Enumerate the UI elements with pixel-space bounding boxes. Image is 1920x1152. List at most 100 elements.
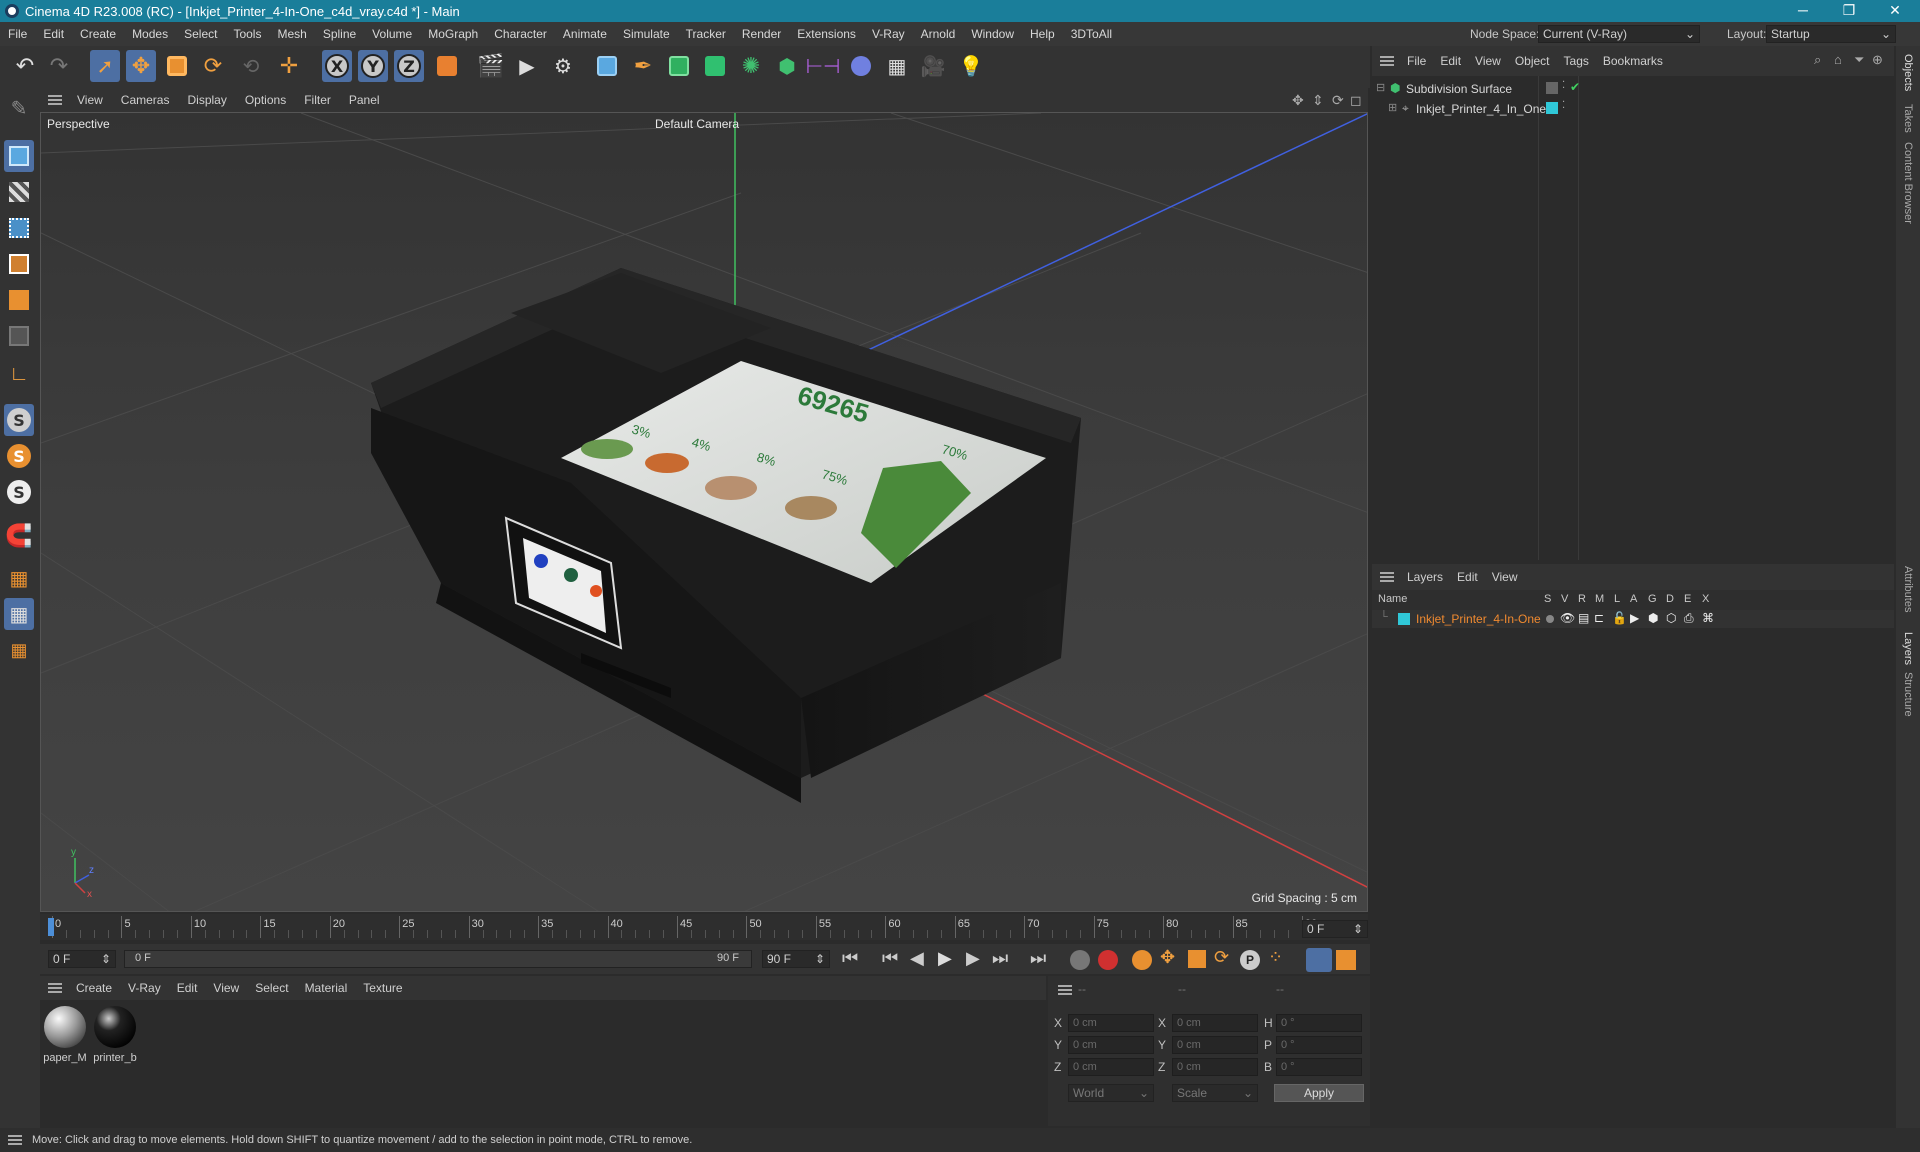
3d-viewport[interactable]: 69265 3% 4% 8% 75% 70% y z x Perspective…	[40, 112, 1368, 912]
snap-button[interactable]: S	[4, 404, 34, 436]
position-z-field[interactable]: 0 cm	[1068, 1058, 1154, 1076]
prev-key-icon[interactable]: ⏮	[882, 948, 898, 969]
layer-expression-icon[interactable]: ⎙	[1684, 611, 1694, 626]
viewport-maximize-icon[interactable]: ◻	[1350, 92, 1362, 109]
object-menu-edit[interactable]: Edit	[1433, 54, 1468, 68]
visibility-dots-icon[interactable]: ⁚	[1562, 100, 1565, 111]
record-keys-icon[interactable]	[1070, 950, 1090, 970]
menu-character[interactable]: Character	[486, 27, 555, 41]
timeline-mode-button[interactable]	[1306, 948, 1332, 972]
hamburger-icon[interactable]	[1380, 572, 1394, 582]
coordinate-system-button[interactable]: ✛	[274, 50, 304, 82]
next-key-icon[interactable]: ⏭	[992, 948, 1008, 969]
menu-mograph[interactable]: MoGraph	[420, 27, 486, 41]
material-menu-view[interactable]: View	[205, 981, 247, 995]
menu-3dtoall[interactable]: 3DToAll	[1063, 27, 1120, 41]
deformer-button[interactable]: ⬢	[772, 50, 802, 82]
z-axis-lock-button[interactable]: Z	[394, 50, 424, 82]
next-frame-icon[interactable]: ▶	[966, 948, 980, 969]
menu-tools[interactable]: Tools	[225, 27, 269, 41]
layer-eye-icon[interactable]: 👁	[1560, 611, 1575, 625]
timeline-current-frame[interactable]: 0 F ⇕	[1302, 920, 1368, 938]
size-y-field[interactable]: 0 cm	[1172, 1036, 1258, 1054]
magnet-button[interactable]: 🧲	[4, 520, 34, 552]
material-item[interactable]: paper_M	[42, 1006, 88, 1064]
search-icon[interactable]: ⌕	[1814, 52, 1821, 68]
hamburger-icon[interactable]	[1380, 56, 1394, 66]
menu-select[interactable]: Select	[176, 27, 225, 41]
render-settings-button[interactable]: ⚙	[548, 50, 578, 82]
menu-arnold[interactable]: Arnold	[913, 27, 964, 41]
menu-help[interactable]: Help	[1022, 27, 1063, 41]
layout-dropdown[interactable]: Startup ⌄	[1766, 25, 1896, 43]
material-button[interactable]	[846, 50, 876, 82]
edge-mode-button[interactable]	[4, 248, 34, 280]
new-view-icon[interactable]: ⊕	[1872, 52, 1883, 68]
apply-button[interactable]: Apply	[1274, 1084, 1364, 1102]
hamburger-icon[interactable]	[48, 95, 62, 105]
live-selection-button[interactable]: ➚	[90, 50, 120, 82]
frame-range-slider[interactable]: 0 F 90 F	[124, 950, 752, 968]
layer-generator-icon[interactable]: ⬢	[1648, 611, 1658, 625]
keyframe-selection-icon[interactable]	[1132, 950, 1152, 970]
tab-objects[interactable]: Objects	[1902, 54, 1914, 91]
layer-col-deformers[interactable]: D	[1666, 593, 1674, 605]
layer-col-solo[interactable]: S	[1544, 593, 1551, 605]
layer-menu-view[interactable]: View	[1485, 570, 1525, 584]
mograph-cloner-button[interactable]: ✺	[736, 50, 766, 82]
home-icon[interactable]: ⌂	[1834, 52, 1842, 67]
render-view-button[interactable]: 🎬	[476, 50, 506, 82]
extrude-button[interactable]	[700, 50, 730, 82]
hamburger-icon[interactable]	[1058, 985, 1072, 995]
layer-col-manager[interactable]: M	[1595, 593, 1604, 605]
locked-workplane-button[interactable]: ▦	[4, 634, 34, 666]
layer-col-view[interactable]: V	[1561, 593, 1568, 605]
hamburger-icon[interactable]	[48, 983, 62, 993]
viewport-menu-view[interactable]: View	[68, 93, 112, 107]
prev-frame-icon[interactable]: ◀	[910, 948, 924, 969]
menu-modes[interactable]: Modes	[124, 27, 176, 41]
workplane-snap-button[interactable]: S	[4, 476, 34, 508]
axis-mode-button[interactable]: ∟	[4, 358, 34, 390]
layer-manager-icon[interactable]: ⊏	[1594, 611, 1604, 625]
object-menu-object[interactable]: Object	[1508, 54, 1557, 68]
autokey-icon[interactable]	[1098, 950, 1118, 970]
layer-menu-edit[interactable]: Edit	[1450, 570, 1485, 584]
rotate-tool-button[interactable]: ⟳	[198, 50, 228, 82]
menu-tracker[interactable]: Tracker	[678, 27, 734, 41]
timeline-ruler[interactable]: 051015202530354045505560657075808590	[40, 914, 1368, 940]
object-menu-view[interactable]: View	[1468, 54, 1508, 68]
layer-deformer-icon[interactable]: ⬡	[1666, 611, 1676, 625]
layer-col-generators[interactable]: G	[1648, 593, 1657, 605]
play-icon[interactable]: ▶	[938, 948, 952, 969]
menu-animate[interactable]: Animate	[555, 27, 615, 41]
layer-name[interactable]: Inkjet_Printer_4-In-One	[1416, 612, 1541, 626]
x-axis-lock-button[interactable]: X	[322, 50, 352, 82]
redo-button[interactable]: ↷	[44, 50, 74, 82]
menu-simulate[interactable]: Simulate	[615, 27, 678, 41]
viewport-pan-icon[interactable]: ✥	[1292, 92, 1304, 109]
layer-col-locked[interactable]: L	[1614, 593, 1620, 605]
model-mode-button[interactable]	[4, 140, 34, 172]
material-item[interactable]: printer_b	[92, 1006, 138, 1064]
object-row-printer[interactable]: ⊞ ⌖ Inkjet_Printer_4_In_One ⁚	[1376, 100, 1876, 118]
material-menu-create[interactable]: Create	[68, 981, 120, 995]
layer-row[interactable]: └ Inkjet_Printer_4-In-One 👁 ▤ ⊏ 🔓 ▶ ⬢ ⬡ …	[1372, 610, 1894, 628]
coord-transform-dropdown[interactable]: Scale ⌄	[1172, 1084, 1258, 1102]
layer-solo-icon[interactable]	[1546, 615, 1554, 623]
coord-mode-dropdown[interactable]: World ⌄	[1068, 1084, 1154, 1102]
menu-file[interactable]: File	[0, 27, 35, 41]
object-menu-tags[interactable]: Tags	[1557, 54, 1596, 68]
layer-animation-icon[interactable]: ▶	[1630, 611, 1639, 625]
goto-start-icon[interactable]: ⏮	[842, 948, 858, 969]
material-menu-vray[interactable]: V-Ray	[120, 981, 169, 995]
rotation-h-field[interactable]: 0 °	[1276, 1014, 1362, 1032]
material-menu-edit[interactable]: Edit	[169, 981, 206, 995]
visibility-dots-icon[interactable]: ⁚	[1562, 80, 1565, 91]
layer-col-name[interactable]: Name	[1378, 593, 1407, 605]
undo-button[interactable]: ↶	[10, 50, 40, 82]
key-param-icon[interactable]: P	[1240, 950, 1260, 970]
filter-icon[interactable]: ⏷	[1854, 52, 1864, 68]
subdivision-surface-button[interactable]	[664, 50, 694, 82]
menu-edit[interactable]: Edit	[35, 27, 72, 41]
